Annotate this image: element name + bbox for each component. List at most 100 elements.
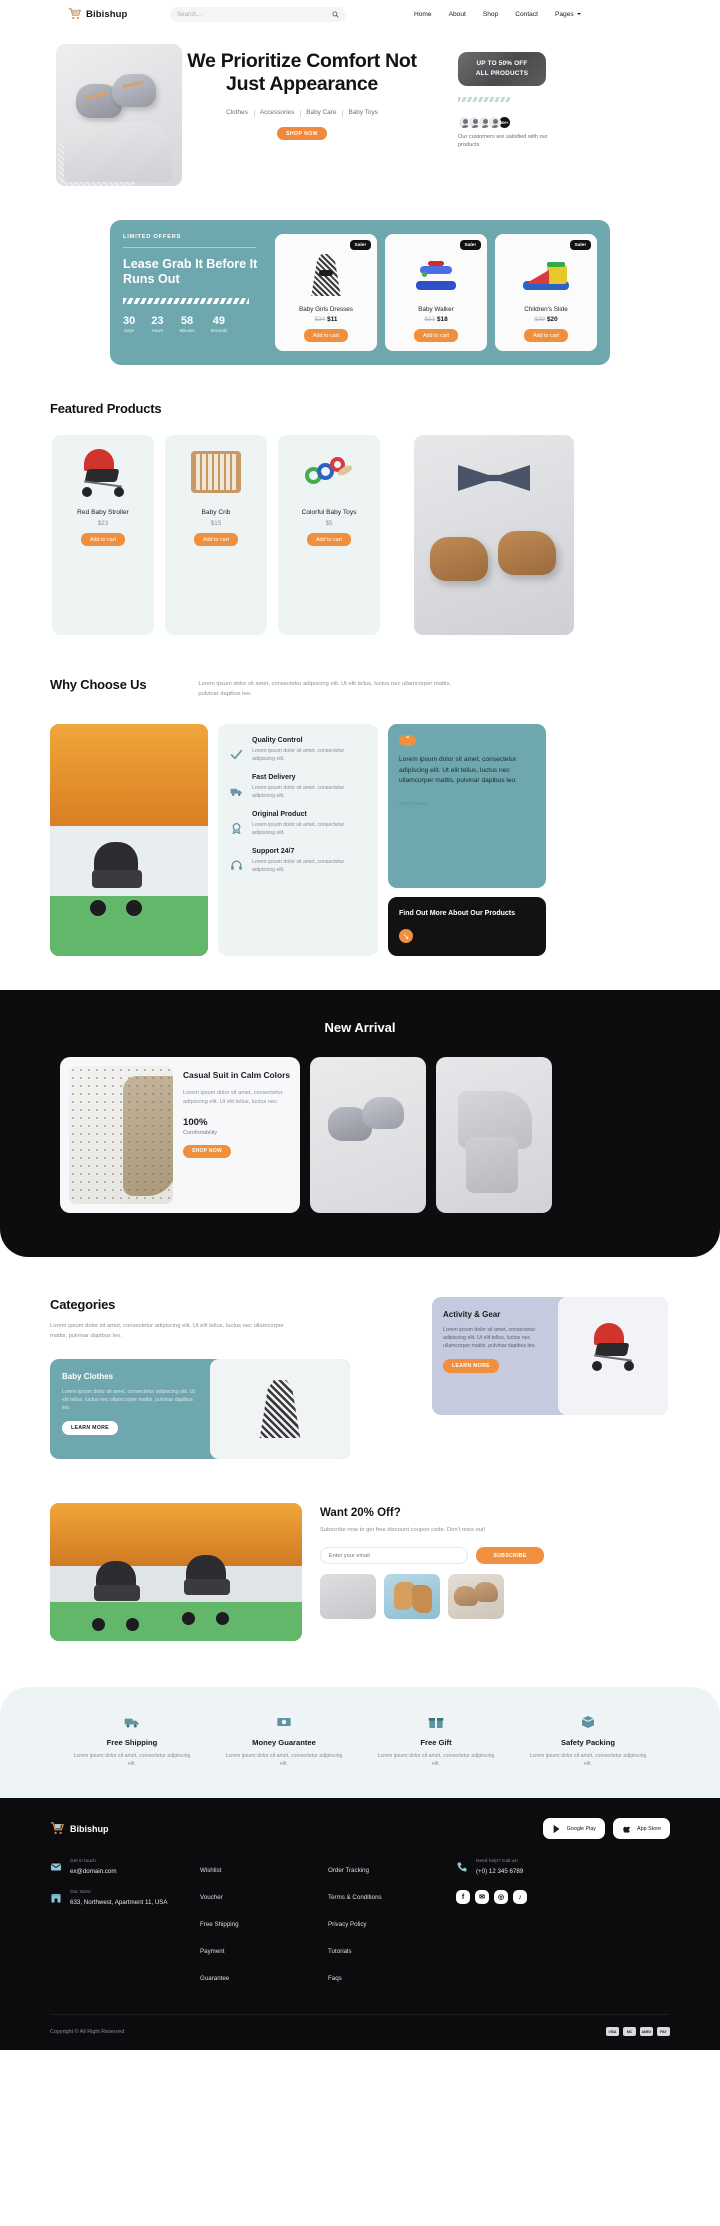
app-store-label: App Store [637,1825,661,1832]
countdown-days-value: 30 [123,315,136,327]
product-image [281,252,371,300]
find-out-more-title: Find Out More About Our Products [399,910,516,917]
facebook-icon[interactable]: f [456,1890,470,1904]
product-new-price: $20 [547,316,558,323]
search-box[interactable] [170,6,346,22]
category-text: Lorem ipsum dolor sit amet, consectetur … [443,1327,536,1349]
store-value: 633, Northwest, Apartment 11, USA [70,1899,168,1906]
footer-link-faqs[interactable]: Faqs [328,1975,342,1982]
arrival-tile-shoes[interactable] [310,1057,426,1213]
hero-cat-baby-toys[interactable]: Baby Toys [342,109,383,117]
offer-product-card[interactable]: Sale! Children's Slide $39 $20 Add to car… [495,234,597,351]
brand-logo[interactable]: Bibishup [50,7,160,21]
footer-email-block: Get in touch ex@domain.com [50,1859,200,1876]
benefit-title: Safety Packing [560,1738,616,1747]
hero-cat-baby-care[interactable]: Baby Care [300,109,342,117]
product-name: Baby Crib [201,509,231,516]
add-to-cart-button[interactable]: Add to cart [80,533,126,546]
featured-product-card[interactable]: Colorful Baby Toys $5 Add to cart [278,435,380,635]
category-card-activity-gear[interactable]: Activity & Gear Lorem ipsum dolor sit am… [432,1297,668,1415]
arrival-main-card[interactable]: Casual Suit in Calm Colors Lorem ipsum d… [60,1057,300,1213]
offer-product-card[interactable]: Sale! Baby Walker $31 $18 Add to cart [385,234,487,351]
thumbnail-shoes[interactable] [448,1574,504,1619]
customer-caption: Our customers are satisfied with our pro… [458,134,548,148]
offer-product-card[interactable]: Sale! Baby Girls Dresses $24 $11 Add to c… [275,234,377,351]
twitter-icon[interactable]: ✉ [475,1890,489,1904]
thumbnail-strollers[interactable] [320,1574,376,1619]
hero-shop-now-button[interactable]: SHOP NOW [277,127,327,140]
box-icon [512,1713,664,1730]
brand-name: Bibishup [86,8,128,20]
footer-link-tutorials[interactable]: Tutorials [328,1948,352,1955]
countdown-seconds-label: Seconds [210,328,228,333]
product-new-price: $11 [327,316,338,323]
footer-link-voucher[interactable]: Voucher [200,1894,223,1901]
search-input[interactable] [177,10,328,18]
hero-title: We Prioritize Comfort Not Just Appearanc… [187,50,417,95]
add-to-cart-button[interactable]: Add to cart [193,533,239,546]
newsletter-email-input[interactable] [320,1547,468,1564]
featured-product-card[interactable]: Red Baby Stroller $23 Add to cart [52,435,154,635]
product-name: Baby Girls Dresses [299,306,353,313]
hero-cat-accessories[interactable]: Accessories [253,109,300,117]
footer-link-wishlist[interactable]: Wishlist [200,1867,221,1874]
shopping-cart-icon [50,1821,65,1836]
add-to-cart-button[interactable]: Add to cart [523,329,569,342]
footer-link-privacy[interactable]: Privacy Policy [328,1921,367,1928]
countdown-days-label: Days [124,328,135,333]
nav-item-home[interactable]: Home [414,11,432,18]
quote-icon: “ [399,735,416,746]
email-value[interactable]: ex@domain.com [70,1867,117,1876]
countdown-hours-label: Hours [151,328,164,333]
hero-promo-badge[interactable]: UP TO 50% OFF ALL PRODUCTS [458,52,546,86]
product-image [58,445,148,497]
learn-more-button[interactable]: LEARN MORE [62,1421,118,1435]
hero-cat-clothes[interactable]: Clothes [220,109,254,116]
footer-brand-logo[interactable]: Bibishup [50,1821,109,1836]
feature-title: Fast Delivery [252,774,296,781]
footer-link-order-tracking[interactable]: Order Tracking [328,1867,369,1874]
search-icon[interactable] [332,10,339,18]
app-store-button[interactable]: App Store [613,1818,670,1839]
section-title: Categories [50,1297,116,1312]
nav-item-pages[interactable]: Pages [555,11,581,18]
testimonial-text: Lorem ipsum dolor sit amet, consectetur … [399,756,518,784]
decorative-stripes [458,97,510,102]
mastercard-icon: MC [623,2027,636,2036]
arrival-shop-now-button[interactable]: SHOP NOW [183,1144,231,1158]
offers-kicker: LIMITED OFFERS [123,234,182,240]
nav-item-contact[interactable]: Contact [515,11,538,18]
category-card-baby-clothes[interactable]: Baby Clothes Lorem ipsum dolor sit amet,… [50,1359,350,1459]
instagram-icon[interactable]: ◎ [494,1890,508,1904]
add-to-cart-button[interactable]: Add to cart [306,533,352,546]
benefit-item: Free Gift Lorem ipsum dolor sit amet, co… [360,1713,512,1768]
add-to-cart-button[interactable]: Add to cart [413,329,459,342]
phone-value[interactable]: (+0) 12 345 6789 [476,1867,523,1876]
learn-more-button[interactable]: LEARN MORE [443,1359,499,1373]
gift-icon [360,1713,512,1730]
why-choose-us-section: Why Choose Us Lorem ipsum dolor sit amet… [50,677,670,956]
truck-icon [56,1713,208,1730]
nav-item-shop[interactable]: Shop [483,11,498,18]
main-nav: Home About Shop Contact Pages [414,11,581,18]
footer-link-free-shipping[interactable]: Free Shipping [200,1921,239,1928]
featured-product-card[interactable]: Baby Crib $15 Add to cart [165,435,267,635]
shopping-cart-icon [68,7,82,21]
arrow-down-right-icon[interactable]: ↘ [399,929,413,943]
add-to-cart-button[interactable]: Add to cart [303,329,349,342]
award-icon [229,811,244,837]
categories-section: Categories Lorem ipsum dolor sit amet, c… [50,1297,670,1459]
nav-item-about[interactable]: About [449,11,466,18]
google-play-button[interactable]: Google Play [542,1818,606,1839]
tiktok-icon[interactable]: ♪ [513,1890,527,1904]
promo-line-1: UP TO 50% OFF [476,60,528,67]
footer-link-terms[interactable]: Terms & Conditions [328,1894,382,1901]
find-out-more-card[interactable]: Find Out More About Our Products ↘ [388,897,546,956]
arrival-tile-clothes[interactable] [436,1057,552,1213]
footer-link-payment[interactable]: Payment [200,1948,224,1955]
footer-link-guarantee[interactable]: Guarantee [200,1975,229,1982]
chevron-down-icon [576,13,581,15]
thumbnail-clothes[interactable] [384,1574,440,1619]
feature-text: Lorem ipsum dolor sit amet, consectetur … [252,859,345,873]
subscribe-button[interactable]: SUBSCRIBE [476,1547,544,1564]
